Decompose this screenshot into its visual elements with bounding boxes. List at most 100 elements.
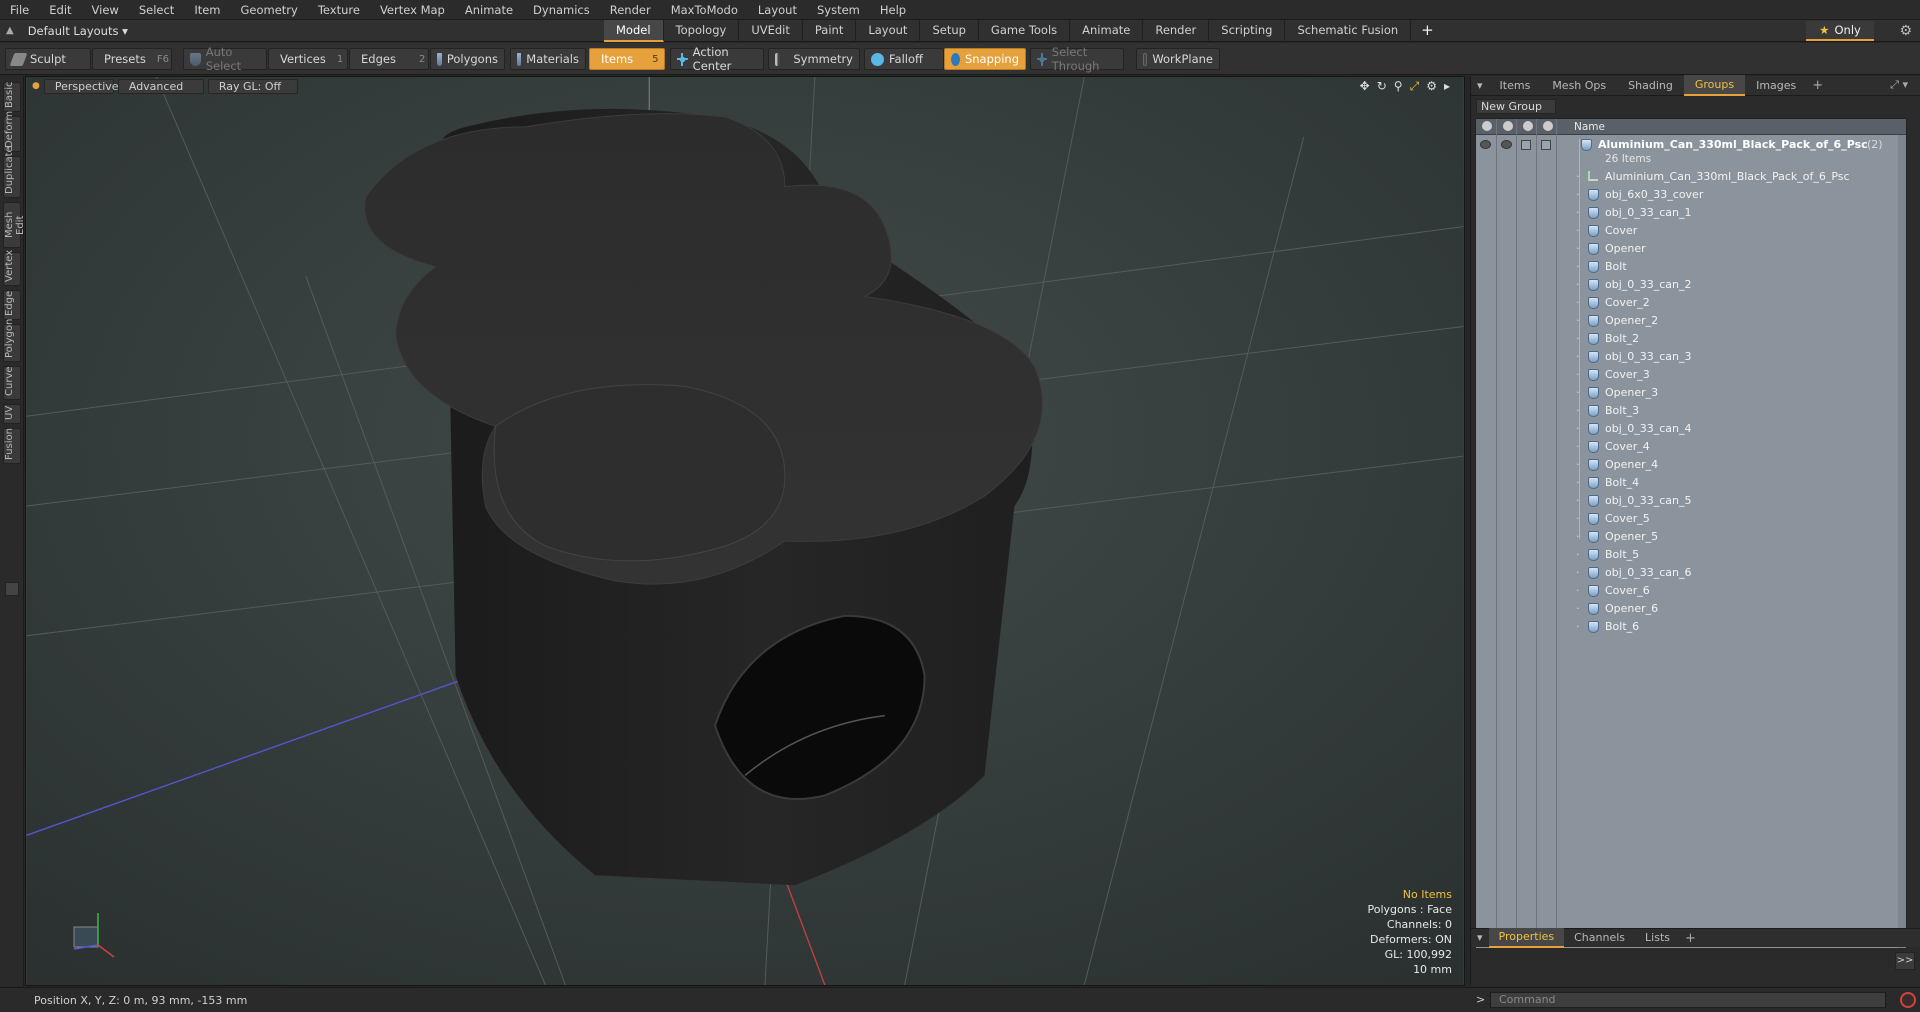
new-group-button[interactable]: New Group — [1476, 99, 1556, 114]
properties-tab-lists[interactable]: Lists — [1635, 929, 1680, 947]
properties-tab-properties[interactable]: Properties — [1488, 928, 1565, 948]
tree-item[interactable]: · Bolt_2 — [1476, 330, 1906, 348]
layout-tab-setup[interactable]: Setup — [920, 20, 979, 42]
tree-item[interactable]: · Opener_3 — [1476, 384, 1906, 402]
tree-item[interactable]: · obj_0_33_can_6 — [1476, 564, 1906, 582]
menu-item-system[interactable]: System — [807, 0, 870, 20]
tree-item[interactable]: · Cover_6 — [1476, 582, 1906, 600]
left-tab-uv[interactable]: UV — [3, 404, 21, 424]
tree-item[interactable]: · Opener_6 — [1476, 600, 1906, 618]
tree-item[interactable]: · Aluminium_Can_330ml_Black_Pack_of_6_Psc — [1476, 168, 1906, 186]
items-button[interactable]: Items 5 — [589, 48, 665, 70]
pan-icon[interactable]: ✥ — [1360, 79, 1370, 94]
panel-tab-shading[interactable]: Shading — [1617, 76, 1684, 95]
visibility-column-icon[interactable] — [1482, 121, 1492, 131]
tree-item[interactable]: · obj_0_33_can_3 — [1476, 348, 1906, 366]
add-panel-tab-button[interactable]: + — [1807, 78, 1828, 93]
layout-tab-render[interactable]: Render — [1143, 20, 1210, 42]
select-column-icon[interactable] — [1543, 121, 1553, 131]
menu-item-dynamics[interactable]: Dynamics — [523, 0, 600, 20]
left-tab-basic[interactable]: Basic — [3, 82, 21, 112]
zoom-icon[interactable]: ⚲ — [1394, 79, 1403, 94]
add-layout-tab-button[interactable]: + — [1411, 20, 1444, 42]
materials-button[interactable]: Materials — [510, 48, 586, 70]
tree-item[interactable]: · Cover_3 — [1476, 366, 1906, 384]
properties-menu-icon[interactable]: ▾ — [1471, 929, 1489, 947]
menu-item-animate[interactable]: Animate — [455, 0, 523, 20]
tree-item[interactable]: · Bolt_5 — [1476, 546, 1906, 564]
tree-item[interactable]: · obj_6x0_33_cover — [1476, 186, 1906, 204]
snapping-button[interactable]: Snapping — [944, 48, 1026, 70]
select-checkbox[interactable] — [1541, 140, 1551, 150]
layout-tab-model[interactable]: Model — [604, 20, 664, 42]
rotate-icon[interactable]: ↻ — [1377, 79, 1387, 94]
menu-item-file[interactable]: File — [0, 0, 39, 20]
left-tab-curve[interactable]: Curve — [3, 366, 21, 400]
menu-item-layout[interactable]: Layout — [748, 0, 807, 20]
name-column-header[interactable]: Name — [1574, 119, 1605, 135]
menu-item-edit[interactable]: Edit — [39, 0, 81, 20]
command-history-icon[interactable] — [1900, 992, 1916, 1008]
left-tab-fusion[interactable]: Fusion — [3, 428, 21, 464]
layout-tab-animate[interactable]: Animate — [1070, 20, 1144, 42]
panel-expand-icon[interactable]: ⤢ ▾ — [1890, 78, 1908, 92]
tree-item[interactable]: · Cover — [1476, 222, 1906, 240]
tree-item[interactable]: · obj_0_33_can_2 — [1476, 276, 1906, 294]
tree-scrollbar[interactable] — [1898, 135, 1906, 959]
3d-viewport[interactable]: ● Perspective Advanced Ray GL: Off ✥ ↻ ⚲… — [25, 76, 1465, 986]
tree-item[interactable]: · Opener_5 — [1476, 528, 1906, 546]
panel-tab-groups[interactable]: Groups — [1683, 75, 1746, 96]
menu-item-texture[interactable]: Texture — [308, 0, 370, 20]
lock-column-icon[interactable] — [1523, 121, 1533, 131]
menu-item-item[interactable]: Item — [184, 0, 230, 20]
tree-item[interactable]: · Bolt — [1476, 258, 1906, 276]
panel-tab-images[interactable]: Images — [1745, 76, 1807, 95]
layout-tab-topology[interactable]: Topology — [664, 20, 740, 42]
layout-selector[interactable]: ▲ Default Layouts ▾ — [6, 20, 128, 42]
falloff-button[interactable]: Falloff — [864, 48, 944, 70]
properties-tab-channels[interactable]: Channels — [1564, 929, 1635, 947]
layout-tab-schematic-fusion[interactable]: Schematic Fusion — [1285, 20, 1412, 42]
panel-menu-icon[interactable]: ▾ — [1471, 76, 1489, 95]
tree-item[interactable]: · Bolt_3 — [1476, 402, 1906, 420]
left-tab-duplicate[interactable]: Duplicate — [3, 146, 21, 198]
eye-icon[interactable] — [1480, 140, 1491, 149]
tree-item[interactable]: · Cover_5 — [1476, 510, 1906, 528]
tree-item[interactable]: · obj_0_33_can_1 — [1476, 204, 1906, 222]
menu-item-view[interactable]: View — [82, 0, 129, 20]
lock-checkbox[interactable] — [1521, 140, 1531, 150]
left-tab-polygon[interactable]: Polygon — [3, 319, 21, 362]
render-column-icon[interactable] — [1503, 121, 1513, 131]
polygons-button[interactable]: Polygons — [430, 48, 505, 70]
left-tab-edge[interactable]: Edge — [3, 290, 21, 320]
action-center-button[interactable]: Action Center — [670, 45, 764, 73]
layout-tab-layout[interactable]: Layout — [856, 20, 921, 42]
tree-item[interactable]: · Opener — [1476, 240, 1906, 258]
viewport-expand-icon[interactable]: ▸ — [1444, 79, 1450, 94]
left-tab-mesh-edit[interactable]: Mesh Edit — [3, 202, 26, 248]
viewport-menu-dot-icon[interactable]: ● — [32, 81, 40, 91]
tree-item[interactable]: · Cover_4 — [1476, 438, 1906, 456]
gear-icon[interactable]: ⚙ — [1899, 23, 1912, 39]
presets-button[interactable]: Presets F6 — [92, 48, 172, 70]
layout-tab-paint[interactable]: Paint — [803, 20, 857, 42]
layout-tab-game-tools[interactable]: Game Tools — [979, 20, 1071, 42]
panel-tab-mesh-ops[interactable]: Mesh Ops — [1541, 76, 1617, 95]
edges-button[interactable]: Edges 2 — [349, 48, 429, 70]
raygl-dropdown[interactable]: Ray GL: Off — [207, 78, 298, 94]
left-tab-vertex[interactable]: Vertex — [3, 250, 21, 286]
tree-item[interactable]: · Bolt_6 — [1476, 618, 1906, 636]
menu-item-vertex-map[interactable]: Vertex Map — [370, 0, 455, 20]
sculpt-button[interactable]: Sculpt — [5, 48, 91, 70]
panel-tab-items[interactable]: Items — [1489, 76, 1542, 95]
menu-item-geometry[interactable]: Geometry — [231, 0, 308, 20]
add-properties-tab-button[interactable]: + — [1680, 931, 1701, 946]
tree-item[interactable]: · obj_0_33_can_5 — [1476, 492, 1906, 510]
tree-item[interactable]: · Bolt_4 — [1476, 474, 1906, 492]
properties-expand-button[interactable]: >> — [1895, 952, 1915, 970]
workplane-button[interactable]: WorkPlane — [1136, 48, 1220, 70]
symmetry-button[interactable]: Symmetry — [768, 48, 860, 70]
shading-mode-dropdown[interactable]: Advanced — [117, 78, 204, 94]
only-toggle[interactable]: ★ Only — [1806, 21, 1874, 41]
select-through-button[interactable]: Select Through — [1030, 45, 1124, 73]
